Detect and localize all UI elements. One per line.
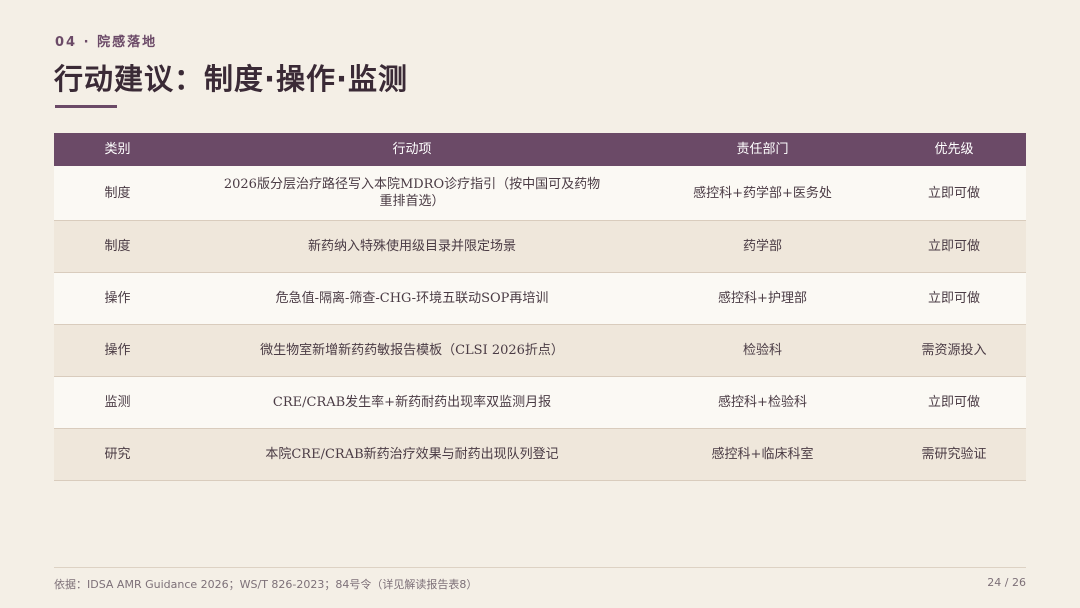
cell-dept: 感控科+护理部 bbox=[718, 291, 807, 306]
page-title: 行动建议：制度·操作·监测 bbox=[54, 62, 409, 96]
header-action: 行动项 bbox=[392, 142, 432, 157]
action-table: 类别 行动项 责任部门 优先级 制度 2026版分层治疗路径写入本院MDRO诊疗… bbox=[54, 133, 1026, 481]
header-category: 类别 bbox=[104, 142, 131, 157]
cell-action: CRE/CRAB发生率+新药耐药出现率双监测月报 bbox=[272, 395, 552, 410]
page-number: 24 / 26 bbox=[987, 576, 1026, 589]
cell-dept: 感控科+检验科 bbox=[718, 395, 807, 410]
cell-priority: 立即可做 bbox=[927, 239, 980, 254]
cell-category: 监测 bbox=[104, 395, 131, 410]
cell-dept: 感控科+临床科室 bbox=[711, 447, 814, 462]
cell-action: 微生物室新增新药药敏报告模板（CLSI 2026折点） bbox=[260, 343, 564, 358]
cell-priority: 立即可做 bbox=[927, 395, 980, 410]
section-eyebrow: 04 · 院感落地 bbox=[55, 35, 158, 50]
cell-category: 研究 bbox=[104, 447, 131, 462]
cell-dept: 感控科+药学部+医务处 bbox=[693, 185, 832, 201]
title-underline bbox=[55, 105, 117, 108]
cell-action: 2026版分层治疗路径写入本院MDRO诊疗指引（按中国可及药物重排首选） bbox=[223, 177, 601, 209]
cell-action: 新药纳入特殊使用级目录并限定场景 bbox=[307, 239, 516, 254]
cell-dept: 药学部 bbox=[742, 239, 782, 254]
cell-category: 操作 bbox=[104, 343, 131, 358]
cell-category: 操作 bbox=[104, 291, 131, 306]
table-row: 制度 2026版分层治疗路径写入本院MDRO诊疗指引（按中国可及药物重排首选） … bbox=[54, 166, 1026, 221]
table-row: 制度 新药纳入特殊使用级目录并限定场景 药学部 立即可做 bbox=[54, 221, 1026, 273]
cell-priority: 需研究验证 bbox=[921, 447, 987, 462]
cell-priority: 立即可做 bbox=[927, 291, 980, 306]
header-priority: 优先级 bbox=[934, 142, 974, 157]
cell-category: 制度 bbox=[104, 185, 131, 201]
cell-action: 本院CRE/CRAB新药治疗效果与耐药出现队列登记 bbox=[265, 447, 559, 462]
header-dept: 责任部门 bbox=[736, 142, 789, 157]
cell-priority: 需资源投入 bbox=[921, 343, 987, 358]
footer-divider bbox=[54, 567, 1026, 568]
table-row: 操作 微生物室新增新药药敏报告模板（CLSI 2026折点） 检验科 需资源投入 bbox=[54, 325, 1026, 377]
table-row: 研究 本院CRE/CRAB新药治疗效果与耐药出现队列登记 感控科+临床科室 需研… bbox=[54, 429, 1026, 481]
cell-priority: 立即可做 bbox=[927, 185, 980, 201]
table-header-row: 类别 行动项 责任部门 优先级 bbox=[54, 133, 1026, 166]
cell-dept: 检验科 bbox=[742, 343, 782, 358]
table-row: 监测 CRE/CRAB发生率+新药耐药出现率双监测月报 感控科+检验科 立即可做 bbox=[54, 377, 1026, 429]
cell-category: 制度 bbox=[104, 239, 131, 254]
cell-action: 危急值-隔离-筛查-CHG-环境五联动SOP再培训 bbox=[275, 291, 549, 306]
source-footnote: 依据：IDSA AMR Guidance 2026；WS/T 826-2023；… bbox=[54, 578, 478, 591]
table-row: 操作 危急值-隔离-筛查-CHG-环境五联动SOP再培训 感控科+护理部 立即可… bbox=[54, 273, 1026, 325]
